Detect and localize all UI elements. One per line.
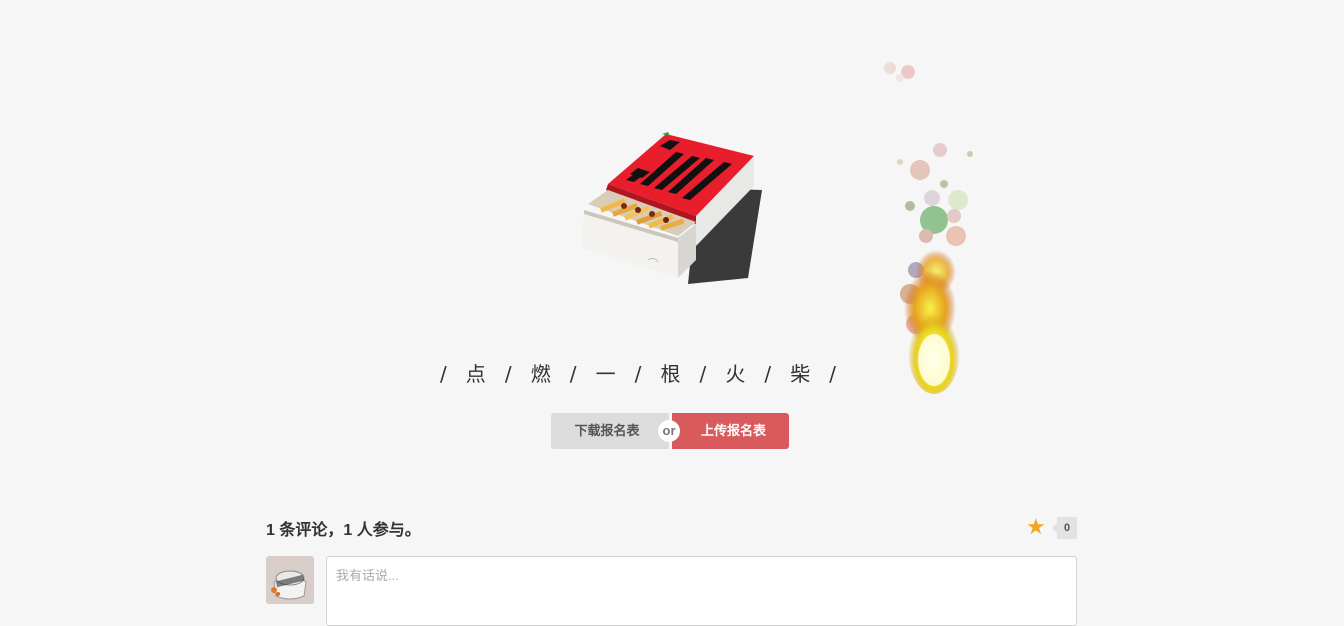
- upload-form-button[interactable]: 上传报名表: [672, 413, 789, 449]
- or-separator: or: [658, 420, 680, 442]
- comment-input[interactable]: [326, 556, 1077, 626]
- download-form-button[interactable]: 下载报名表: [551, 413, 669, 449]
- flame-decoration: [870, 50, 990, 410]
- comments-title: 1 条评论，1 人参与。: [266, 522, 421, 539]
- matchbox-illustration: [578, 128, 768, 288]
- hero-slogan: / 点 / 燃 / 一 / 根 / 火 / 柴 /: [440, 362, 837, 386]
- rating-count: 0: [1052, 517, 1077, 539]
- avatar[interactable]: [266, 556, 314, 604]
- rating-widget: ★ 0: [1026, 516, 1078, 539]
- registration-actions: 下载报名表 or 上传报名表: [551, 413, 791, 449]
- star-icon[interactable]: ★: [1026, 516, 1046, 538]
